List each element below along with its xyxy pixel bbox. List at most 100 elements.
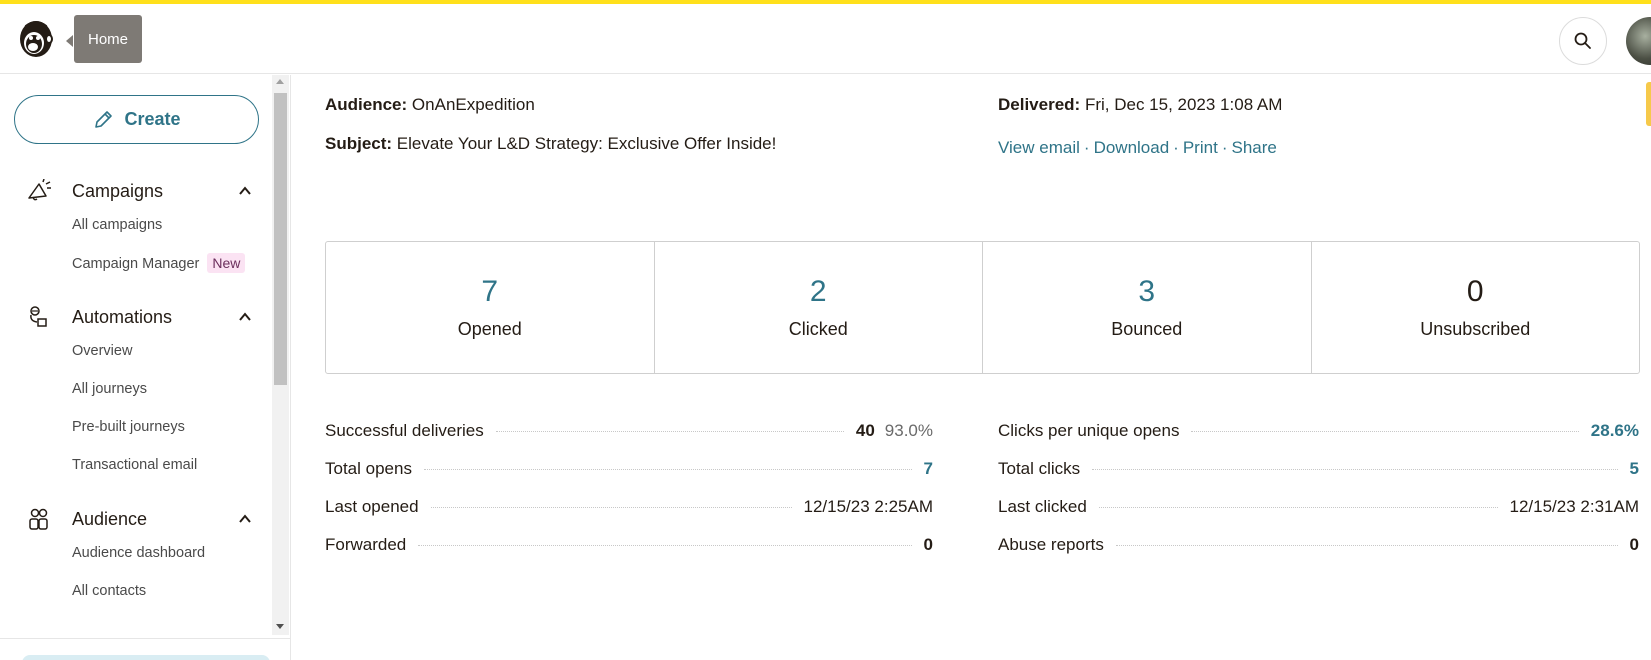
detail-row-clicks-per-unique-opens: Clicks per unique opens 28.6% [998,421,1639,445]
dotted-leader [423,469,912,470]
freddie-logo-icon[interactable] [14,17,58,61]
sidebar-item-pre-built-journeys[interactable]: Pre-built journeys [72,419,185,435]
stat-bounced[interactable]: 3 Bounced [983,242,1312,373]
sidebar-footer-divider [0,638,290,639]
sidebar-item-all-campaigns[interactable]: All campaigns [72,217,162,233]
detail-value: 28.6% [1590,421,1639,440]
subject-line: Subject: Elevate Your L&D Strategy: Excl… [325,134,776,154]
scrollbar-thumb[interactable] [274,93,287,385]
sidebar-item-audience-dashboard[interactable]: Audience dashboard [72,545,205,561]
detail-label: Forwarded [325,535,407,554]
detail-row-last-opened: Last opened 12/15/23 2:25AM [325,497,933,521]
chevron-up-icon[interactable] [238,184,252,198]
audience-label: Audience: [325,95,408,114]
dotted-leader [1191,431,1579,432]
stat-unsubscribed: 0 Unsubscribed [1312,242,1640,373]
sidebar-item-transactional-email[interactable]: Transactional email [72,457,197,473]
dotted-leader [1092,469,1618,470]
detail-row-total-opens: Total opens 7 [325,459,933,483]
detail-label: Last opened [325,497,419,516]
detail-value: 40 93.0% [856,421,933,441]
sidebar-footer-button[interactable] [22,655,270,660]
stat-value: 7 [481,275,499,308]
stat-label: Clicked [788,319,848,339]
sidebar-section-label: Automations [72,307,173,327]
sidebar-scrollbar[interactable] [272,75,289,635]
link-separator: · [1221,138,1228,157]
new-badge: New [207,253,246,273]
user-avatar[interactable] [1626,17,1651,65]
stat-value: 2 [809,275,827,308]
megaphone-icon [28,179,51,201]
report-main: Audience: OnAnExpedition Subject: Elevat… [291,75,1651,660]
sidebar-item-all-journeys[interactable]: All journeys [72,381,147,397]
sidebar-section-audience[interactable]: Audience [0,499,272,539]
detail-row-last-clicked: Last clicked 12/15/23 2:31AM [998,497,1639,521]
dotted-leader [1115,545,1618,546]
sidebar-item-label: Campaign Manager [72,256,200,272]
detail-row-forwarded: Forwarded 0 [325,535,933,559]
scroll-down-arrow-icon[interactable] [276,624,284,629]
detail-label: Last clicked [998,497,1087,516]
pencil-icon [95,110,113,128]
dotted-leader [1098,507,1498,508]
detail-value: 0 [923,535,933,554]
audience-line: Audience: OnAnExpedition [325,95,535,115]
sidebar-item-overview[interactable]: Overview [72,343,132,359]
stat-label: Opened [457,319,522,339]
stat-clicked[interactable]: 2 Clicked [655,242,983,373]
tooltip-arrow [66,35,73,47]
detail-label: Total clicks [998,459,1081,478]
link-separator: · [1173,138,1179,157]
scroll-up-arrow-icon[interactable] [276,79,284,84]
email-action-links: View email · Download · Print · Share [998,138,1277,158]
sidebar: Create Campaigns All campaigns Campaign … [0,75,291,660]
sidebar-section-label: Campaigns [72,181,164,201]
detail-row-abuse-reports: Abuse reports 0 [998,535,1639,559]
dotted-leader [495,431,844,432]
view-email-link[interactable]: View email [998,138,1080,157]
link-separator: · [1083,138,1090,157]
search-icon [1574,32,1591,49]
stat-label: Bounced [1111,319,1183,339]
sidebar-section-campaigns[interactable]: Campaigns [0,171,272,211]
stat-value: 0 [1466,275,1484,308]
detail-label: Successful deliveries [325,421,484,440]
detail-value[interactable]: 7 [924,459,933,479]
detail-value: 12/15/23 2:25AM [803,497,933,516]
stat-value: 3 [1138,275,1156,308]
app-header: Home [0,4,1651,74]
sidebar-section-automations[interactable]: Automations [0,297,272,337]
create-button[interactable]: Create [14,95,259,144]
create-label: Create [124,109,181,129]
detail-value: 12/15/23 2:31AM [1509,497,1639,516]
chevron-up-icon[interactable] [238,512,252,526]
dotted-leader [430,507,792,508]
search-button[interactable] [1559,17,1607,65]
detail-label: Abuse reports [998,535,1104,554]
automation-icon [30,306,47,327]
detail-value: 0 [1629,535,1639,554]
sidebar-section-label: Audience [72,509,148,529]
print-link[interactable]: Print [1183,138,1218,157]
detail-label: Clicks per unique opens [998,421,1180,440]
delivered-value: Fri, Dec 15, 2023 1:08 AM [1084,95,1283,114]
deliveries-percent: 93.0% [884,421,933,440]
delivered-line: Delivered: Fri, Dec 15, 2023 1:08 AM [998,95,1282,115]
sidebar-item-campaign-manager[interactable]: Campaign Manager New [72,253,246,273]
subject-value: Elevate Your L&D Strategy: Exclusive Off… [396,134,777,153]
detail-label: Total opens [325,459,412,478]
detail-value[interactable]: 5 [1630,459,1639,479]
audience-value: OnAnExpedition [411,95,535,114]
sidebar-item-all-contacts[interactable]: All contacts [72,583,146,599]
delivered-label: Delivered: [998,95,1081,114]
detail-row-successful-deliveries: Successful deliveries 40 93.0% [325,421,933,445]
stat-opened[interactable]: 7 Opened [326,242,655,373]
download-link[interactable]: Download [1094,138,1170,157]
deliveries-count: 40 [855,421,875,440]
chevron-up-icon[interactable] [238,310,252,324]
stat-label: Unsubscribed [1420,319,1531,339]
share-link[interactable]: Share [1231,138,1276,157]
subject-label: Subject: [325,134,393,153]
detail-row-total-clicks: Total clicks 5 [998,459,1639,483]
